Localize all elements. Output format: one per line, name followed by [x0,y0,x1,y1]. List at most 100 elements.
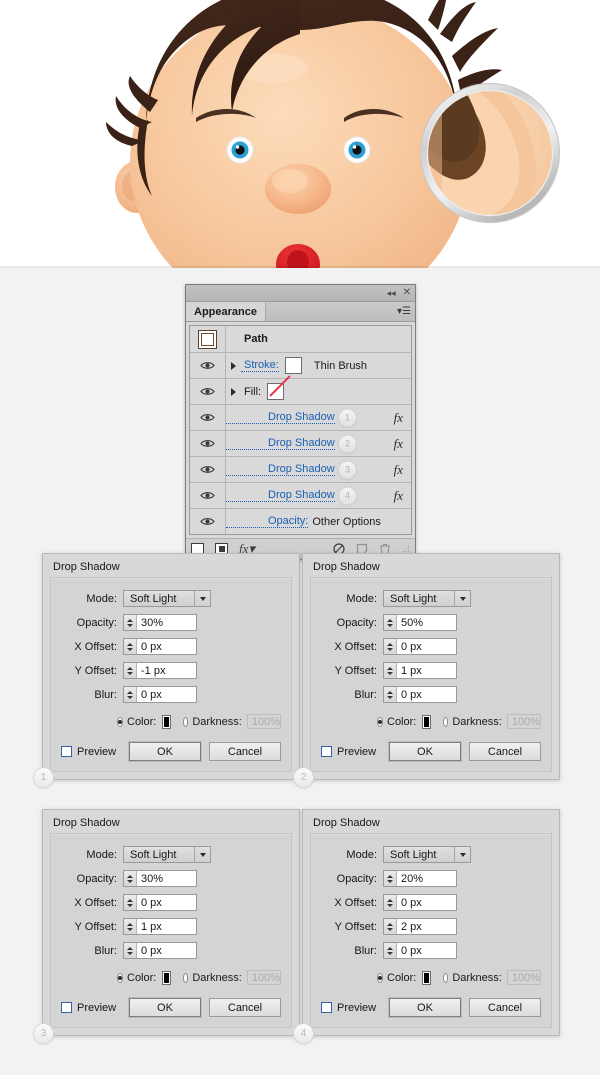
color-radio-selected[interactable] [377,972,383,983]
drop-shadow-label[interactable]: Drop Shadow [226,489,335,502]
fx-icon[interactable]: fx [394,410,403,426]
resize-grip-icon[interactable] [402,545,410,553]
stepper-arrows-icon[interactable] [124,871,137,886]
mode-select[interactable]: Soft Light [383,846,471,863]
fx-icon[interactable]: fx [394,488,403,504]
y-offset-stepper[interactable]: 1 px [123,918,197,935]
stepper-arrows-icon[interactable] [124,895,137,910]
stroke-label[interactable]: Stroke: [241,359,279,372]
y-offset-stepper[interactable]: 2 px [383,918,457,935]
stepper-arrows-icon[interactable] [384,895,397,910]
appearance-row-drop-shadow-1[interactable]: Drop Shadow 1 fx [190,405,411,431]
dialog-button-row: Preview OK Cancel [321,998,541,1017]
stepper-arrows-icon[interactable] [384,639,397,654]
cancel-button[interactable]: Cancel [209,742,281,761]
cancel-button[interactable]: Cancel [469,742,541,761]
color-swatch[interactable] [162,714,171,729]
color-swatch[interactable] [422,970,431,985]
panel-menu-icon[interactable]: ▾☰ [397,302,415,321]
stepper-arrows-icon[interactable] [124,663,137,678]
drop-shadow-label[interactable]: Drop Shadow [226,463,335,476]
opacity-stepper[interactable]: 20% [383,870,457,887]
appearance-row-opacity[interactable]: Opacity: Other Options [190,509,411,534]
stepper-arrows-icon[interactable] [124,639,137,654]
preview-checkbox[interactable] [61,746,72,757]
ok-button[interactable]: OK [389,742,461,761]
stepper-arrows-icon[interactable] [124,687,137,702]
fx-icon[interactable]: fx [394,436,403,452]
fill-color-swatch-none[interactable] [267,383,285,400]
fill-visibility-toggle[interactable] [190,379,226,404]
opacity-label[interactable]: Opacity: [226,515,309,528]
effect-visibility-toggle[interactable] [190,483,226,508]
opacity-visibility-toggle[interactable] [190,509,226,534]
darkness-radio[interactable] [442,716,449,727]
blur-stepper[interactable]: 0 px [123,686,197,703]
appearance-panel: ◂◂ ✕ Appearance ▾☰ Path Stroke: Thin Bru… [185,284,416,560]
blur-stepper[interactable]: 0 px [383,942,457,959]
appearance-row-fill[interactable]: Fill: [190,379,411,405]
effect-visibility-toggle[interactable] [190,457,226,482]
stepper-arrows-icon[interactable] [384,943,397,958]
color-swatch[interactable] [162,970,171,985]
fx-icon[interactable]: fx [394,462,403,478]
effect-visibility-toggle[interactable] [190,405,226,430]
mode-select[interactable]: Soft Light [123,590,211,607]
tab-appearance[interactable]: Appearance [186,302,266,321]
mode-value: Soft Light [390,592,437,605]
stepper-arrows-icon[interactable] [384,919,397,934]
x-offset-stepper[interactable]: 0 px [383,638,457,655]
ok-button[interactable]: OK [389,998,461,1017]
stepper-arrows-icon[interactable] [384,615,397,630]
fill-label[interactable]: Fill: [241,386,261,398]
preview-checkbox[interactable] [321,1002,332,1013]
darkness-radio[interactable] [182,716,189,727]
opacity-stepper[interactable]: 30% [123,614,197,631]
stroke-visibility-toggle[interactable] [190,353,226,378]
stepper-arrows-icon[interactable] [384,871,397,886]
stepper-arrows-icon[interactable] [124,943,137,958]
x-offset-stepper[interactable]: 0 px [123,894,197,911]
appearance-row-drop-shadow-3[interactable]: Drop Shadow 3 fx [190,457,411,483]
stroke-disclosure-triangle-icon[interactable] [226,361,241,370]
x-offset-stepper[interactable]: 0 px [383,894,457,911]
collapse-double-arrow-icon[interactable]: ◂◂ [387,288,396,298]
darkness-radio[interactable] [182,972,189,983]
ok-button[interactable]: OK [129,742,201,761]
appearance-row-drop-shadow-2[interactable]: Drop Shadow 2 fx [190,431,411,457]
darkness-radio[interactable] [442,972,449,983]
appearance-row-path[interactable]: Path [190,326,411,353]
close-icon[interactable]: ✕ [403,288,411,298]
opacity-stepper[interactable]: 30% [123,870,197,887]
stepper-arrows-icon[interactable] [384,687,397,702]
y-offset-stepper[interactable]: 1 px [383,662,457,679]
stepper-arrows-icon[interactable] [124,919,137,934]
mode-select[interactable]: Soft Light [383,590,471,607]
drop-shadow-label[interactable]: Drop Shadow [226,411,335,424]
x-offset-stepper[interactable]: 0 px [123,638,197,655]
color-swatch[interactable] [422,714,431,729]
cancel-button[interactable]: Cancel [469,998,541,1017]
mode-select[interactable]: Soft Light [123,846,211,863]
drop-shadow-label[interactable]: Drop Shadow [226,437,335,450]
opacity-stepper[interactable]: 50% [383,614,457,631]
y-offset-stepper[interactable]: -1 px [123,662,197,679]
color-radio-selected[interactable] [117,716,123,727]
preview-checkbox[interactable] [321,746,332,757]
fill-disclosure-triangle-icon[interactable] [226,387,241,396]
preview-checkbox[interactable] [61,1002,72,1013]
appearance-row-drop-shadow-4[interactable]: Drop Shadow 4 fx [190,483,411,509]
color-radio-selected[interactable] [377,716,383,727]
stepper-arrows-icon[interactable] [124,615,137,630]
ok-button[interactable]: OK [129,998,201,1017]
opacity-value: 30% [141,872,164,885]
blur-stepper[interactable]: 0 px [123,942,197,959]
cancel-button[interactable]: Cancel [209,998,281,1017]
stroke-color-swatch[interactable] [284,357,302,374]
blur-stepper[interactable]: 0 px [383,686,457,703]
opacity-field-row: Opacity: 30% [61,870,281,887]
effect-visibility-toggle[interactable] [190,431,226,456]
stepper-arrows-icon[interactable] [384,663,397,678]
color-radio-selected[interactable] [117,972,123,983]
appearance-row-stroke[interactable]: Stroke: Thin Brush [190,353,411,379]
